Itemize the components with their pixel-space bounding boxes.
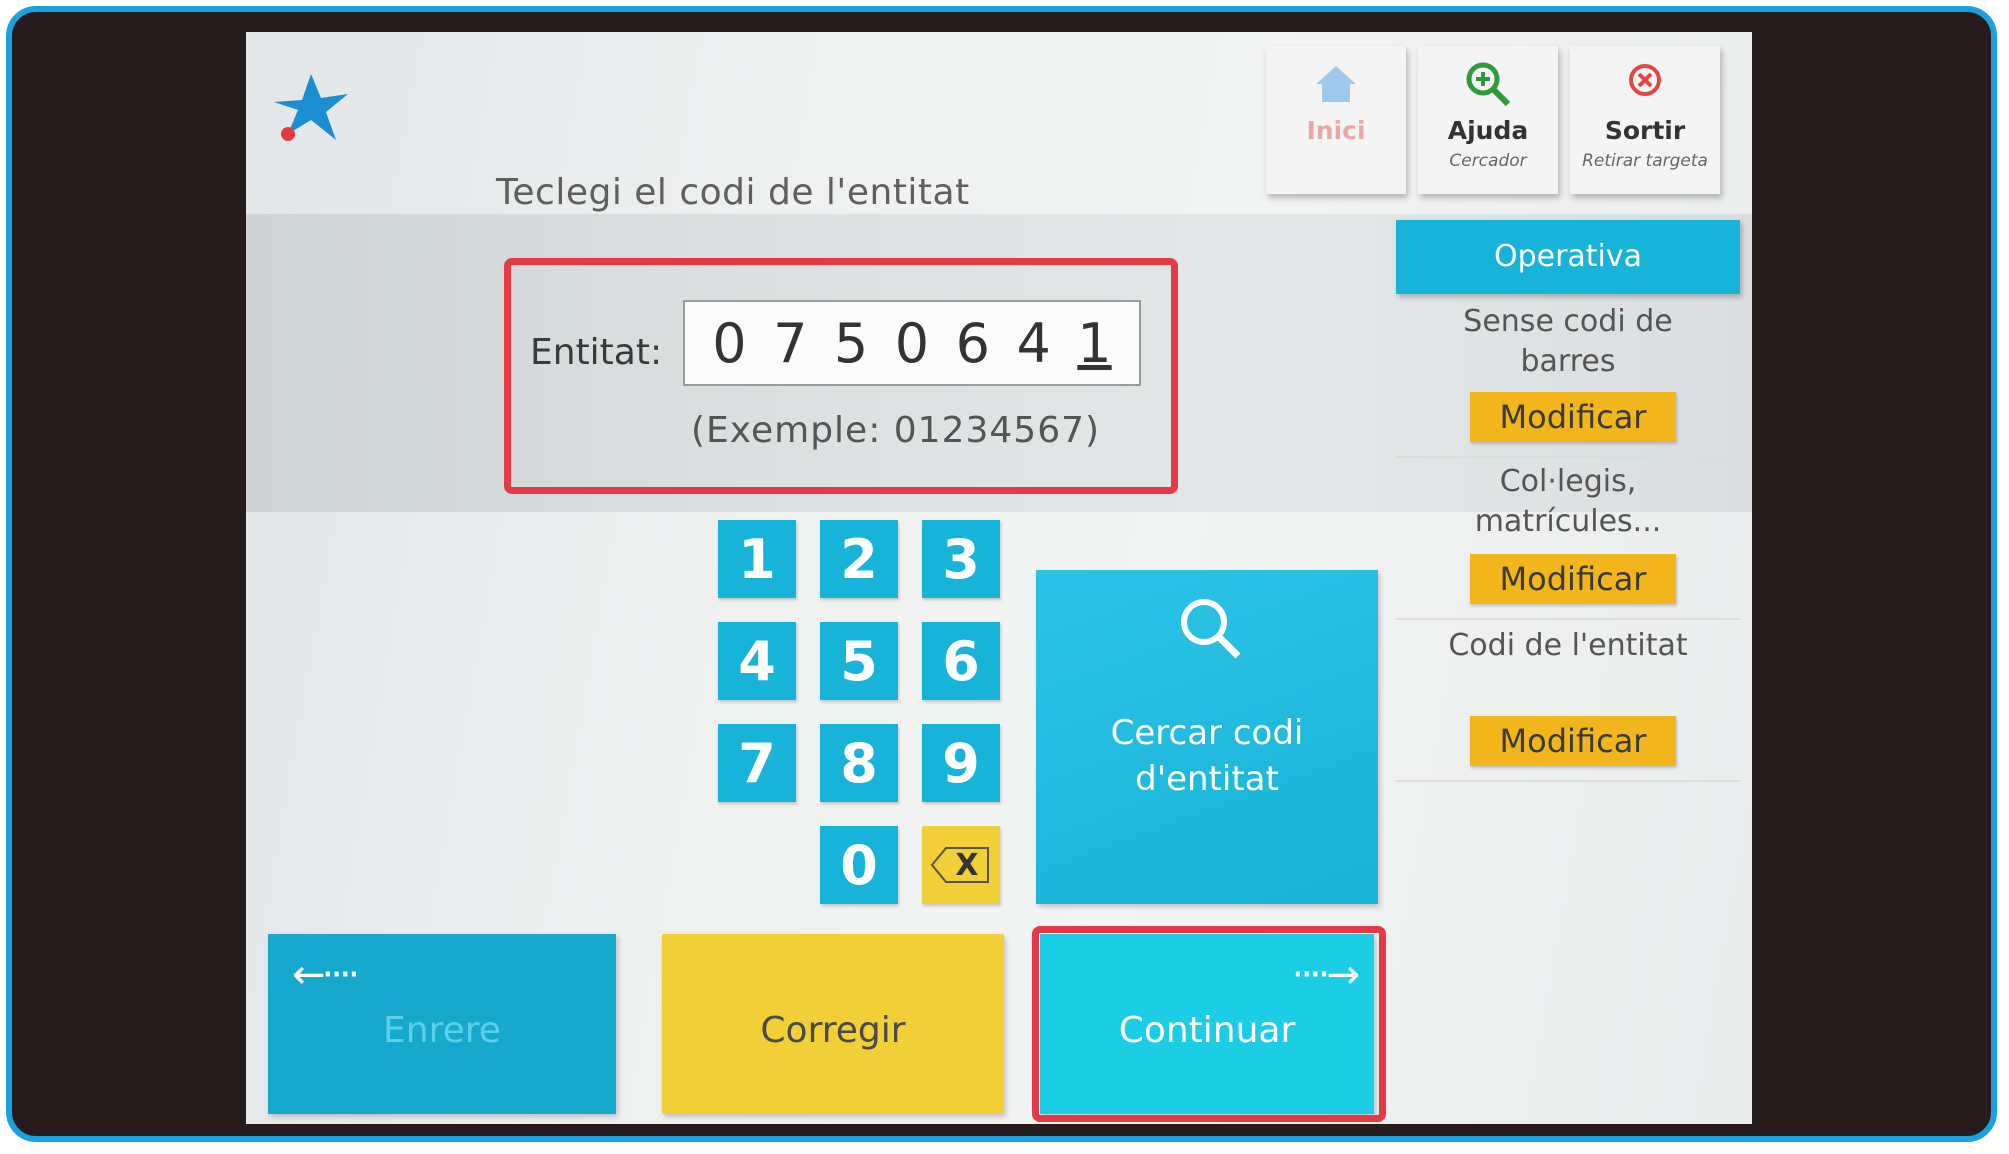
keypad-key-5[interactable]: 5 bbox=[820, 622, 898, 700]
back-label: Enrere bbox=[383, 1010, 501, 1051]
operativa-item-text: Sense codi de barres bbox=[1463, 304, 1673, 379]
keypad-key-8[interactable]: 8 bbox=[820, 724, 898, 802]
operativa-item-label: Col·legis, matrícules... bbox=[1396, 462, 1740, 542]
modify-entity-code-button[interactable]: Modificar bbox=[1470, 716, 1676, 766]
operativa-item-text: Col·legis, matrícules... bbox=[1474, 464, 1662, 539]
bank-logo-icon bbox=[274, 74, 348, 141]
keypad-key-4[interactable]: 4 bbox=[718, 622, 796, 700]
divider bbox=[1396, 618, 1740, 620]
keypad-key-1[interactable]: 1 bbox=[718, 520, 796, 598]
atm-screen: Teclegi el codi de l'entitat Inici Ajuda… bbox=[246, 32, 1752, 1124]
exit-label: Sortir bbox=[1604, 116, 1686, 145]
page-prompt: Teclegi el codi de l'entitat bbox=[496, 172, 970, 213]
divider bbox=[1396, 780, 1740, 782]
correct-label: Corregir bbox=[760, 1010, 906, 1051]
modify-no-barcode-button[interactable]: Modificar bbox=[1470, 392, 1676, 442]
keypad-key-6[interactable]: 6 bbox=[922, 622, 1000, 700]
operativa-header: Operativa bbox=[1396, 220, 1740, 294]
exit-button[interactable]: Sortir Retirar targeta bbox=[1570, 46, 1720, 194]
search-entity-button[interactable]: Cercar codi d'entitat bbox=[1036, 570, 1378, 904]
arrow-left-icon: ←···· bbox=[292, 952, 360, 998]
device-frame: Teclegi el codi de l'entitat Inici Ajuda… bbox=[6, 6, 1997, 1142]
keypad-key-7[interactable]: 7 bbox=[718, 724, 796, 802]
delete-label: X bbox=[955, 848, 979, 883]
back-button[interactable]: ←···· Enrere bbox=[268, 934, 616, 1114]
keypad-key-3[interactable]: 3 bbox=[922, 520, 1000, 598]
home-button[interactable]: Inici bbox=[1266, 46, 1406, 194]
home-icon bbox=[1316, 66, 1356, 102]
help-sublabel: Cercador bbox=[1449, 151, 1527, 171]
modify-schools-button[interactable]: Modificar bbox=[1470, 554, 1676, 604]
search-entity-label: Cercar codi d'entitat bbox=[1110, 713, 1304, 799]
divider bbox=[1396, 456, 1740, 458]
entity-highlight bbox=[504, 258, 1178, 494]
help-button[interactable]: Ajuda Cercador bbox=[1418, 46, 1558, 194]
home-label: Inici bbox=[1306, 116, 1366, 145]
search-icon bbox=[1181, 599, 1241, 659]
correct-button[interactable]: Corregir bbox=[662, 934, 1004, 1114]
operativa-item-label: Sense codi de barres bbox=[1396, 302, 1740, 382]
close-circle-icon bbox=[1629, 64, 1661, 96]
keypad-key-0[interactable]: 0 bbox=[820, 826, 898, 904]
operativa-item-label: Codi de l'entitat bbox=[1396, 626, 1740, 666]
keypad-delete-button[interactable]: X bbox=[922, 826, 1000, 904]
continue-highlight bbox=[1032, 926, 1386, 1122]
zoom-in-icon bbox=[1466, 62, 1511, 107]
operativa-item-text: Codi de l'entitat bbox=[1448, 628, 1688, 663]
keypad-key-2[interactable]: 2 bbox=[820, 520, 898, 598]
keypad-key-9[interactable]: 9 bbox=[922, 724, 1000, 802]
help-label: Ajuda bbox=[1447, 116, 1529, 145]
exit-sublabel: Retirar targeta bbox=[1582, 151, 1708, 171]
